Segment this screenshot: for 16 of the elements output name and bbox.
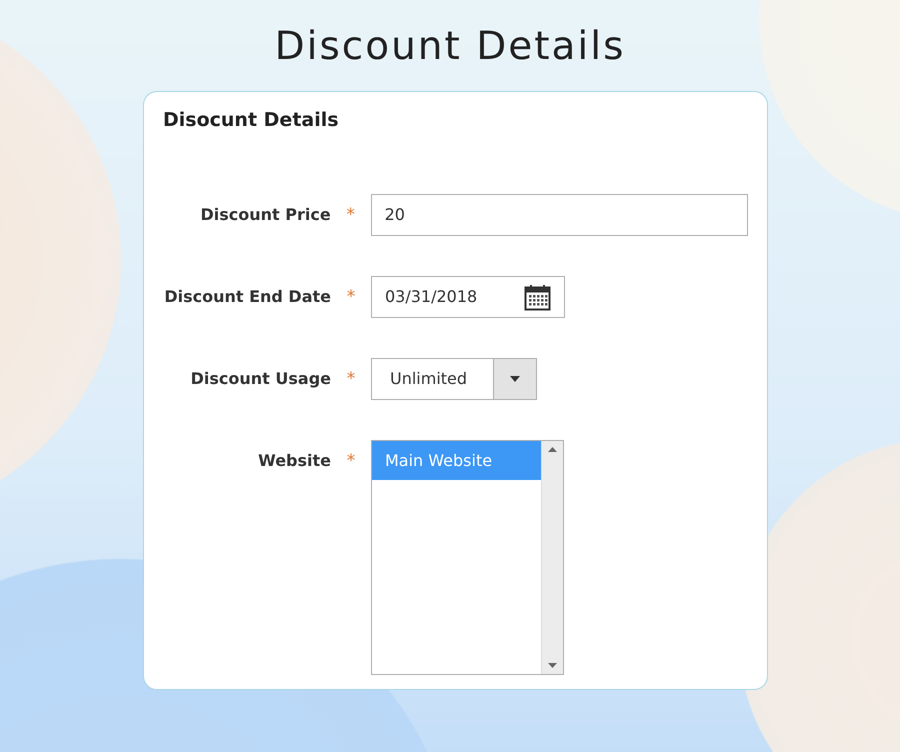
calendar-icon[interactable]: [524, 284, 551, 311]
field-label: Discount End Date: [163, 286, 331, 308]
page-heading: Discount Details: [274, 23, 626, 69]
required-mark: *: [346, 286, 356, 310]
scroll-up-icon[interactable]: [548, 447, 557, 452]
input-field[interactable]: 20: [370, 194, 748, 236]
panel-title: Disocunt Details: [163, 108, 340, 133]
required-mark: *: [346, 368, 356, 392]
scrollbar[interactable]: [541, 441, 563, 674]
scroll-down-icon[interactable]: [548, 663, 557, 668]
field-label: Website: [257, 450, 331, 472]
required-mark: *: [346, 450, 356, 474]
field-label: Discount Usage: [190, 368, 331, 390]
date-field[interactable]: 03/31/2018: [371, 276, 565, 318]
required-mark: *: [345, 204, 356, 228]
field-label: Discount Price: [200, 204, 331, 226]
